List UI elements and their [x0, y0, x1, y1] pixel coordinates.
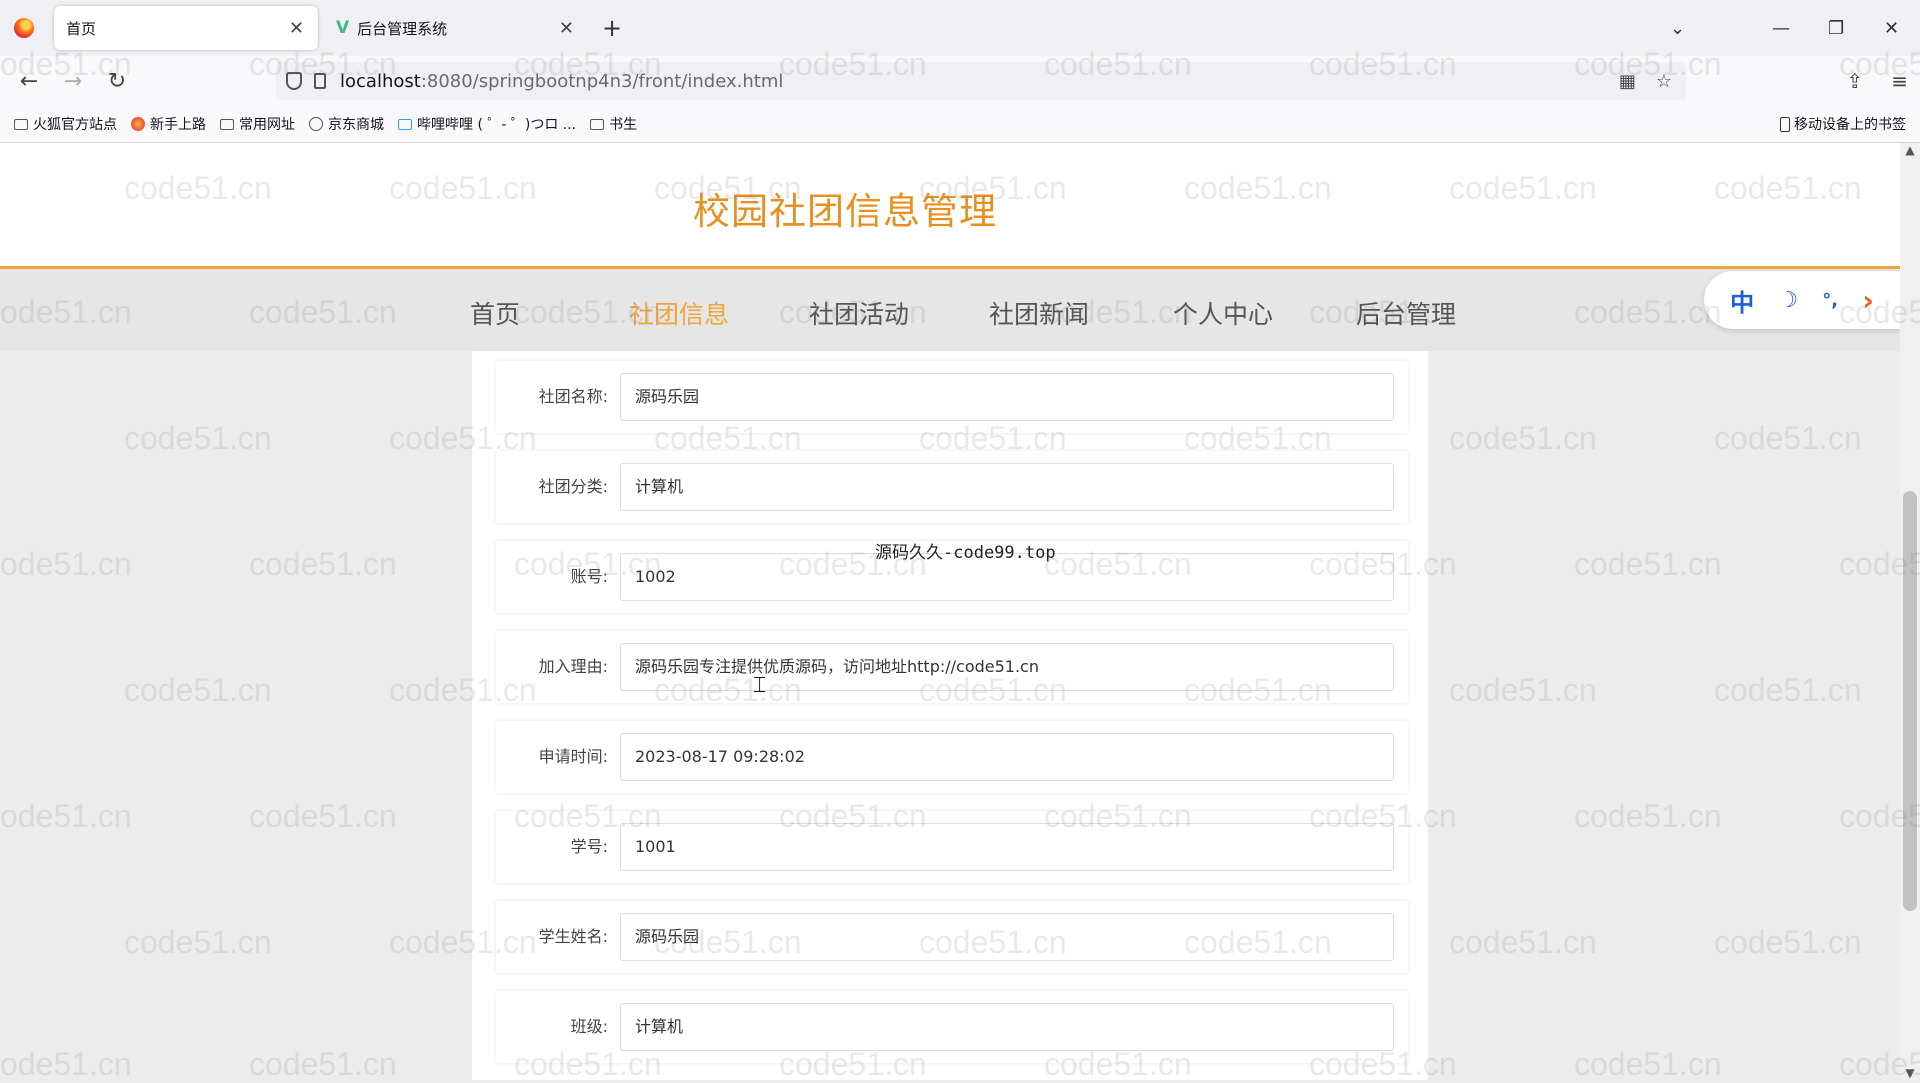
tab-list-icon[interactable]: ⌄ [1670, 0, 1685, 56]
site-nav: 首页 社团信息 社团活动 社团新闻 个人中心 后台管理 [0, 269, 1900, 351]
field-label: 学号: [570, 837, 608, 856]
scroll-up-icon[interactable]: ▲ [1900, 143, 1920, 157]
nav-home[interactable]: 首页 [470, 295, 520, 331]
scroll-down-icon[interactable]: ▼ [1900, 1066, 1920, 1080]
tab-home[interactable]: 首页 ✕ [54, 6, 318, 50]
field-label: 加入理由: [538, 657, 608, 676]
forward-icon[interactable]: → [58, 69, 88, 94]
form-row: 加入理由: 源码乐园专注提供优质源码，访问地址http://code51.cn [496, 631, 1408, 703]
nav-club-news[interactable]: 社团新闻 [989, 295, 1089, 331]
form-row: 社团名称: 源码乐园 [496, 361, 1408, 433]
bookmark-item[interactable]: 书生 [590, 114, 637, 134]
ime-toolbar: 中 ☽ °, › [1704, 271, 1900, 329]
browser-nav-bar: ← → ↻ localhost:8080/springbootnp4n3/fro… [0, 56, 1920, 106]
shield-icon[interactable] [286, 72, 302, 90]
close-icon[interactable]: ✕ [559, 18, 574, 39]
field-label: 社团分类: [538, 477, 608, 496]
class-field[interactable]: 计算机 [620, 1003, 1394, 1051]
address-bar[interactable]: localhost:8080/springbootnp4n3/front/ind… [276, 62, 1686, 100]
page-scrollbar[interactable]: ▲ ▼ [1900, 143, 1920, 1080]
site-title: 校园社团信息管理 [693, 190, 997, 233]
tab-label: 后台管理系统 [357, 19, 448, 38]
browser-tab-bar: 首页 ✕ V 后台管理系统 ✕ + ⌄ — ❐ ✕ [0, 0, 1920, 56]
globe-icon [309, 117, 323, 131]
menu-icon[interactable]: ≡ [1891, 69, 1908, 93]
apply-time-field[interactable]: 2023-08-17 09:28:02 [620, 733, 1394, 781]
club-name-field[interactable]: 源码乐园 [620, 373, 1394, 421]
bookmark-star-icon[interactable]: ☆ [1656, 71, 1672, 92]
bookmark-item[interactable]: 火狐官方站点 [14, 114, 117, 134]
form-row: 学号: 1001 [496, 811, 1408, 883]
bookmark-item[interactable]: 哔哩哔哩 ( ゜- ゜)つロ ... [398, 114, 576, 134]
tab-label: 首页 [66, 19, 97, 38]
form-row: 学生姓名: 源码乐园 [496, 901, 1408, 973]
back-icon[interactable]: ← [14, 69, 44, 94]
page-viewport: 校园社团信息管理 首页 社团信息 社团活动 社团新闻 个人中心 后台管理 中 ☽… [0, 143, 1900, 1080]
chevron-right-icon[interactable]: › [1862, 284, 1874, 317]
overlay-watermark-text: 源码久久-code99.top [875, 543, 1056, 563]
form-row: 班级: 计算机 [496, 991, 1408, 1063]
bookmark-item[interactable]: 新手上路 [131, 114, 206, 134]
nav-personal-center[interactable]: 个人中心 [1173, 295, 1273, 331]
bookmark-item[interactable]: 京东商城 [309, 114, 384, 134]
ime-language-toggle[interactable]: 中 [1730, 283, 1754, 318]
tab-admin[interactable]: V 后台管理系统 ✕ [324, 6, 588, 50]
field-label: 社团名称: [538, 387, 608, 406]
text-cursor-icon: ⌶ [753, 673, 767, 698]
new-tab-icon[interactable]: + [602, 14, 622, 42]
moon-icon[interactable]: ☽ [1778, 288, 1798, 313]
mobile-bookmarks[interactable]: 移动设备上的书签 [1780, 114, 1906, 134]
firefox-icon [131, 117, 145, 131]
join-reason-field[interactable]: 源码乐园专注提供优质源码，访问地址http://code51.cn [620, 643, 1394, 691]
extensions-icon[interactable]: ⇪ [1846, 69, 1863, 93]
minimize-icon[interactable]: — [1772, 0, 1790, 56]
field-label: 申请时间: [538, 747, 608, 766]
club-detail-form: 社团名称: 源码乐园 社团分类: 计算机 账号: 1002 加入理由: 源码乐园… [472, 351, 1428, 1080]
bookmark-item[interactable]: 常用网址 [220, 114, 295, 134]
club-category-field[interactable]: 计算机 [620, 463, 1394, 511]
form-row: 申请时间: 2023-08-17 09:28:02 [496, 721, 1408, 793]
phone-icon [1780, 116, 1790, 132]
nav-club-info[interactable]: 社团信息 [629, 295, 729, 331]
student-id-field[interactable]: 1001 [620, 823, 1394, 871]
bilibili-icon [398, 118, 412, 130]
folder-icon [590, 118, 605, 130]
window-close-icon[interactable]: ✕ [1884, 0, 1899, 56]
url-text[interactable]: localhost:8080/springbootnp4n3/front/ind… [340, 71, 783, 92]
reload-icon[interactable]: ↻ [102, 69, 132, 94]
nav-admin[interactable]: 后台管理 [1356, 295, 1456, 331]
student-name-field[interactable]: 源码乐园 [620, 913, 1394, 961]
close-icon[interactable]: ✕ [289, 18, 304, 39]
punctuation-icon[interactable]: °, [1822, 290, 1838, 311]
restore-icon[interactable]: ❐ [1828, 0, 1844, 56]
firefox-icon [14, 18, 34, 38]
field-label: 账号: [570, 567, 608, 586]
bookmarks-bar: 火狐官方站点 新手上路 常用网址 京东商城 哔哩哔哩 ( ゜- ゜)つロ ...… [0, 106, 1920, 143]
field-label: 班级: [570, 1017, 608, 1036]
folder-icon [220, 118, 234, 130]
nav-club-activity[interactable]: 社团活动 [809, 295, 909, 331]
folder-icon [14, 118, 28, 130]
scroll-thumb[interactable] [1903, 491, 1917, 911]
form-row: 社团分类: 计算机 [496, 451, 1408, 523]
field-label: 学生姓名: [538, 927, 608, 946]
vue-icon: V [336, 18, 350, 38]
qr-code-icon[interactable]: ▦ [1619, 71, 1636, 92]
site-header: 校园社团信息管理 [0, 143, 1900, 269]
page-icon[interactable] [314, 73, 326, 89]
